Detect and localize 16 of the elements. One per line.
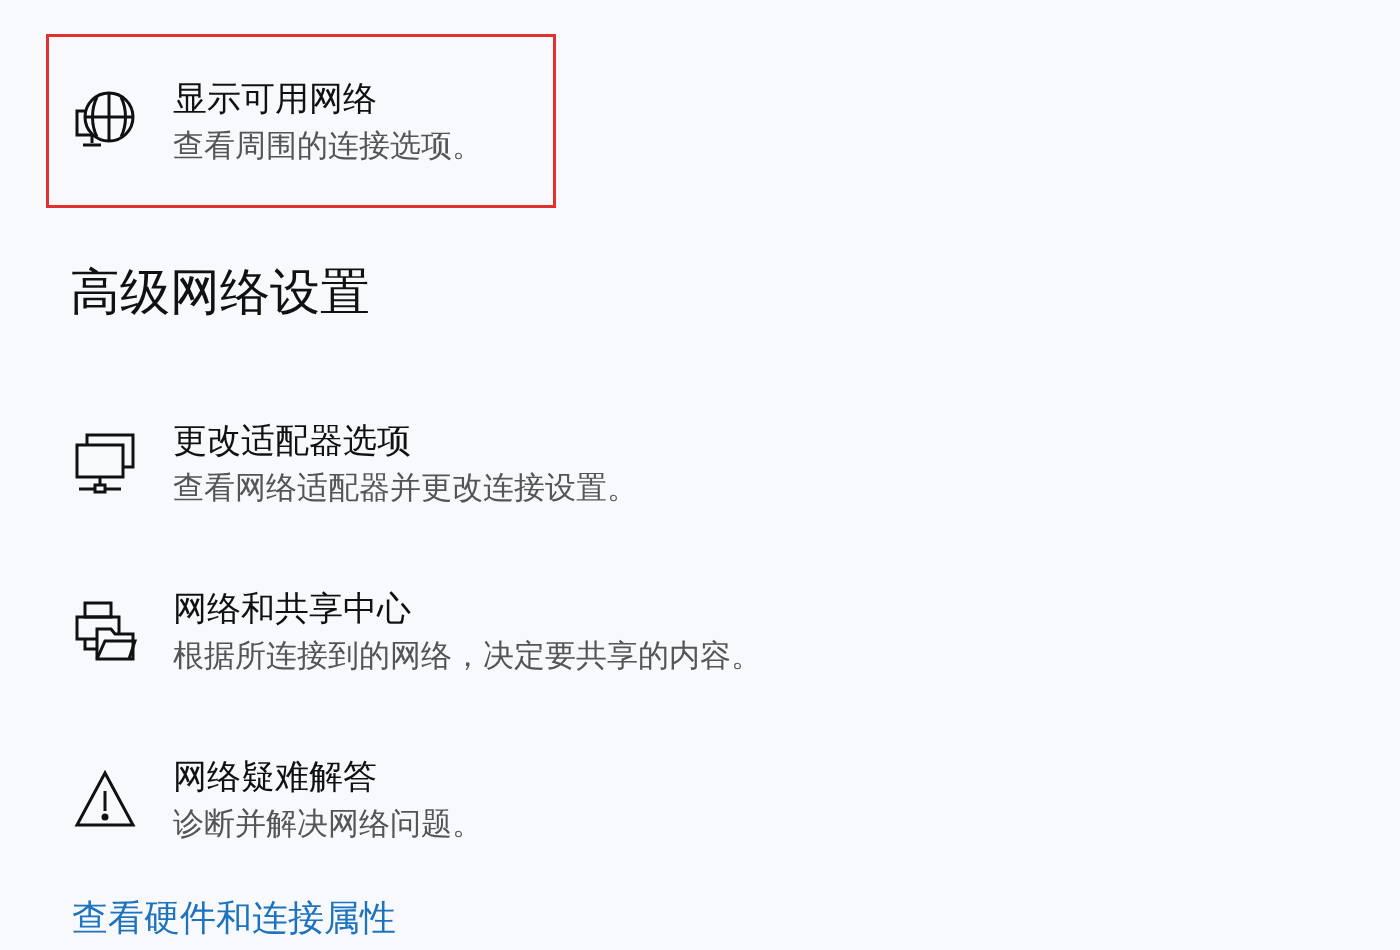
- settings-option[interactable]: 网络疑难解答 诊断并解决网络问题。: [46, 752, 1400, 846]
- settings-option[interactable]: 网络和共享中心 根据所连接到的网络，决定要共享的内容。: [46, 584, 1400, 678]
- section-heading: 高级网络设置: [70, 262, 371, 323]
- option-title: 显示可用网络: [173, 77, 378, 119]
- option-description: 诊断并解决网络问题。: [173, 804, 483, 843]
- option-title: 网络和共享中心: [173, 587, 412, 629]
- option-description: 查看网络适配器并更改连接设置。: [173, 468, 638, 507]
- settings-option[interactable]: 更改适配器选项 查看网络适配器并更改连接设置。: [46, 416, 1400, 510]
- option-description: 根据所连接到的网络，决定要共享的内容。: [173, 636, 762, 675]
- option-title: 更改适配器选项: [173, 419, 412, 461]
- hardware-properties-link[interactable]: 查看硬件和连接属性: [72, 894, 396, 943]
- settings-option[interactable]: 显示可用网络 查看周围的连接选项。: [46, 34, 556, 208]
- monitor-network-icon: [73, 431, 137, 495]
- option-title: 网络疑难解答: [173, 755, 378, 797]
- printer-folder-icon: [73, 599, 137, 663]
- option-description: 查看周围的连接选项。: [173, 126, 483, 165]
